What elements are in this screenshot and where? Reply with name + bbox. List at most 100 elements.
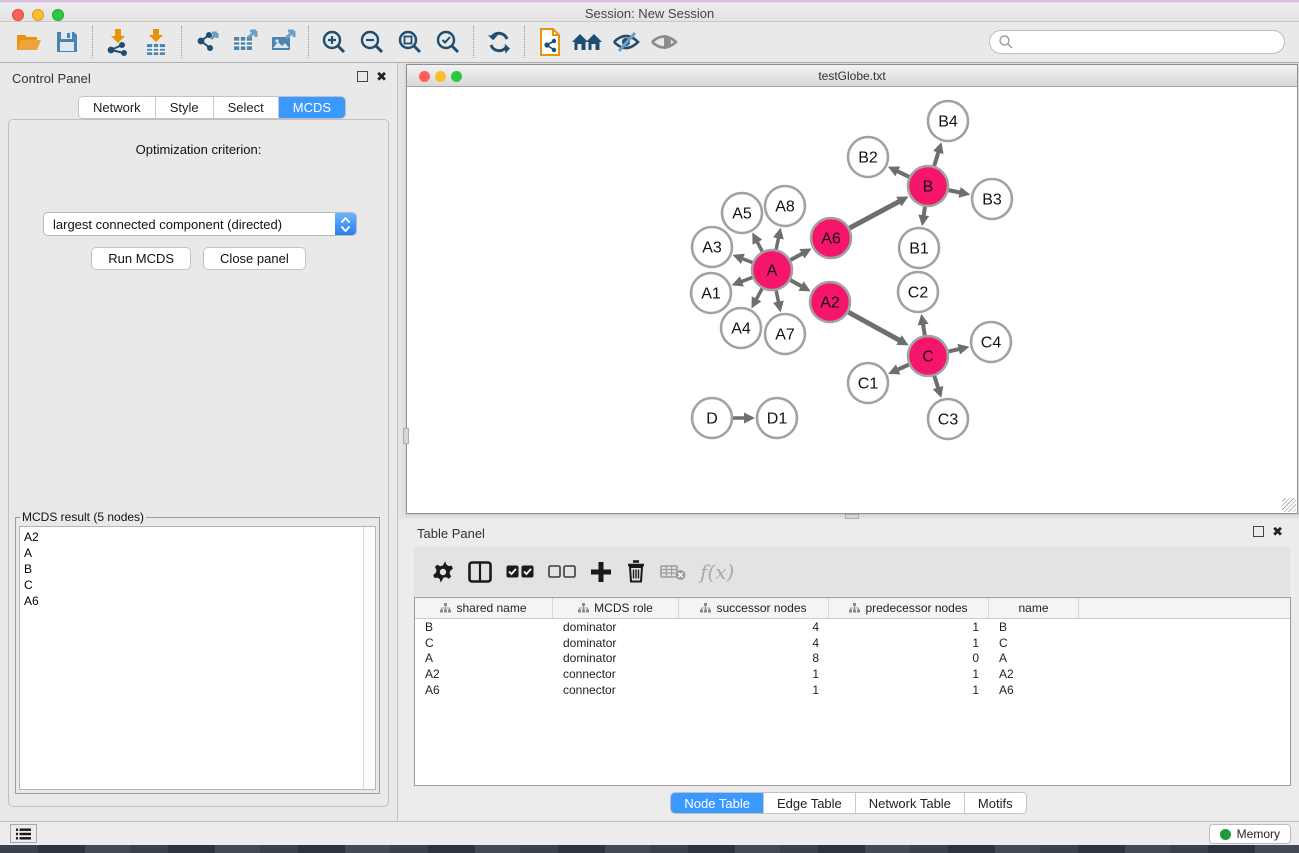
zoom-fit-icon[interactable] (391, 26, 429, 58)
column-header-successor-nodes[interactable]: successor nodes (679, 598, 829, 618)
cell-mcds_role: connector (553, 683, 679, 697)
memory-label: Memory (1237, 827, 1280, 841)
criterion-dropdown[interactable]: largest connected component (directed) (43, 212, 357, 236)
close-panel-button[interactable]: Close panel (203, 247, 306, 270)
run-mcds-button[interactable]: Run MCDS (91, 247, 191, 270)
edge-C-C2[interactable] (923, 324, 925, 337)
hierarchy-icon (700, 603, 711, 613)
node-label-B1: B1 (909, 241, 929, 258)
refresh-layout-icon[interactable] (480, 26, 518, 58)
edge-C-C4[interactable] (948, 349, 960, 352)
edge-B-B4[interactable] (934, 152, 939, 167)
edge-B-B3[interactable] (948, 190, 961, 193)
edge-A-A6[interactable] (790, 253, 803, 260)
select-all-checks-icon[interactable] (506, 565, 534, 579)
column-header-filler (1079, 598, 1290, 618)
settings-gear-icon[interactable] (432, 561, 454, 583)
mcds-result-title: MCDS result (5 nodes) (20, 510, 146, 524)
column-header-MCDS-role[interactable]: MCDS role (553, 598, 679, 618)
mcds-result-list[interactable]: A2ABCA6 (19, 526, 376, 790)
edge-A2-C[interactable] (848, 312, 900, 341)
edge-A-A1[interactable] (741, 277, 753, 282)
mcds-result-item[interactable]: C (24, 577, 375, 593)
cell-shared_name: A6 (415, 683, 553, 697)
close-table-panel-icon[interactable]: ✖ (1272, 526, 1283, 537)
export-image-icon[interactable] (264, 26, 302, 58)
table-header-row: shared nameMCDS rolesuccessor nodesprede… (415, 598, 1290, 619)
network-window-titlebar[interactable]: testGlobe.txt (407, 65, 1297, 87)
zoom-selected-icon[interactable] (429, 26, 467, 58)
memory-button[interactable]: Memory (1209, 824, 1291, 844)
new-network-document-icon[interactable] (531, 26, 569, 58)
search-input[interactable] (989, 30, 1285, 54)
edge-B-B1[interactable] (924, 206, 926, 217)
column-header-shared-name[interactable]: shared name (415, 598, 553, 618)
tab-network-table[interactable]: Network Table (856, 793, 965, 813)
toolbar-separator (524, 26, 525, 58)
import-table-icon[interactable] (137, 26, 175, 58)
vertical-splitter-handle[interactable] (403, 428, 409, 444)
open-file-icon[interactable] (10, 26, 48, 58)
cell-predecessor_nodes: 0 (829, 651, 989, 665)
cell-successor_nodes: 1 (679, 667, 829, 681)
delete-table-icon[interactable] (660, 563, 686, 581)
table-row[interactable]: A2connector11A2 (415, 666, 1290, 682)
edge-A-A4[interactable] (756, 288, 762, 300)
mcds-result-item[interactable]: A6 (24, 593, 375, 609)
table-row[interactable]: Bdominator41B (415, 619, 1290, 635)
tab-select[interactable]: Select (214, 97, 279, 118)
function-builder-icon[interactable]: f(x) (700, 560, 734, 584)
column-header-predecessor-nodes[interactable]: predecessor nodes (829, 598, 989, 618)
edge-A-A3[interactable] (742, 258, 753, 262)
node-label-B: B (923, 179, 934, 196)
delete-column-trash-icon[interactable] (626, 560, 646, 583)
resize-grip-icon[interactable] (1282, 498, 1296, 512)
edge-C-C1[interactable] (897, 364, 910, 370)
tab-style[interactable]: Style (156, 97, 214, 118)
toolbar-separator (473, 26, 474, 58)
tab-network[interactable]: Network (79, 97, 156, 118)
window-title: Session: New Session (0, 6, 1299, 21)
task-history-button[interactable] (10, 824, 37, 843)
edge-A-A7[interactable] (776, 290, 779, 303)
zoom-in-icon[interactable] (315, 26, 353, 58)
deselect-all-checks-icon[interactable] (548, 565, 576, 579)
mcds-result-item[interactable]: A (24, 545, 375, 561)
edge-A-A8[interactable] (776, 237, 779, 250)
export-network-icon[interactable] (188, 26, 226, 58)
node-label-C4: C4 (981, 335, 1002, 352)
edge-C-C3[interactable] (934, 375, 938, 388)
node-label-C2: C2 (908, 285, 929, 302)
save-session-icon[interactable] (48, 26, 86, 58)
float-table-panel-icon[interactable] (1253, 526, 1264, 537)
show-graphics-eye-icon[interactable] (645, 26, 683, 58)
tab-mcds[interactable]: MCDS (279, 97, 345, 118)
home-layouts-icon[interactable] (569, 26, 607, 58)
tab-motifs[interactable]: Motifs (965, 793, 1026, 813)
column-header-name[interactable]: name (989, 598, 1079, 618)
close-panel-icon[interactable]: ✖ (376, 71, 387, 82)
mcds-result-item[interactable]: B (24, 561, 375, 577)
edge-A-A2[interactable] (790, 280, 802, 287)
export-table-icon[interactable] (226, 26, 264, 58)
edge-A-A5[interactable] (757, 241, 763, 252)
tab-node-table[interactable]: Node Table (671, 793, 764, 813)
hide-details-icon[interactable] (607, 26, 645, 58)
edge-A6-B[interactable] (849, 201, 900, 228)
add-column-icon[interactable] (590, 561, 612, 583)
tab-edge-table[interactable]: Edge Table (764, 793, 856, 813)
scrollbar-track[interactable] (363, 527, 375, 789)
list-icon (16, 828, 31, 840)
float-panel-icon[interactable] (357, 71, 368, 82)
table-row[interactable]: Cdominator41C (415, 635, 1290, 651)
edge-B-B2[interactable] (897, 171, 910, 177)
table-row[interactable]: A6connector11A6 (415, 682, 1290, 698)
node-table[interactable]: shared nameMCDS rolesuccessor nodesprede… (414, 597, 1291, 786)
column-view-icon[interactable] (468, 561, 492, 583)
table-row[interactable]: Adominator80A (415, 650, 1290, 666)
table-panel-title: Table Panel (417, 526, 485, 541)
import-network-icon[interactable] (99, 26, 137, 58)
zoom-out-icon[interactable] (353, 26, 391, 58)
network-canvas[interactable]: B4B2BB3A8A5A6A3B1AA1C2A2A4A7C4CC1C3DD1 (407, 87, 1297, 513)
mcds-result-item[interactable]: A2 (24, 529, 375, 545)
